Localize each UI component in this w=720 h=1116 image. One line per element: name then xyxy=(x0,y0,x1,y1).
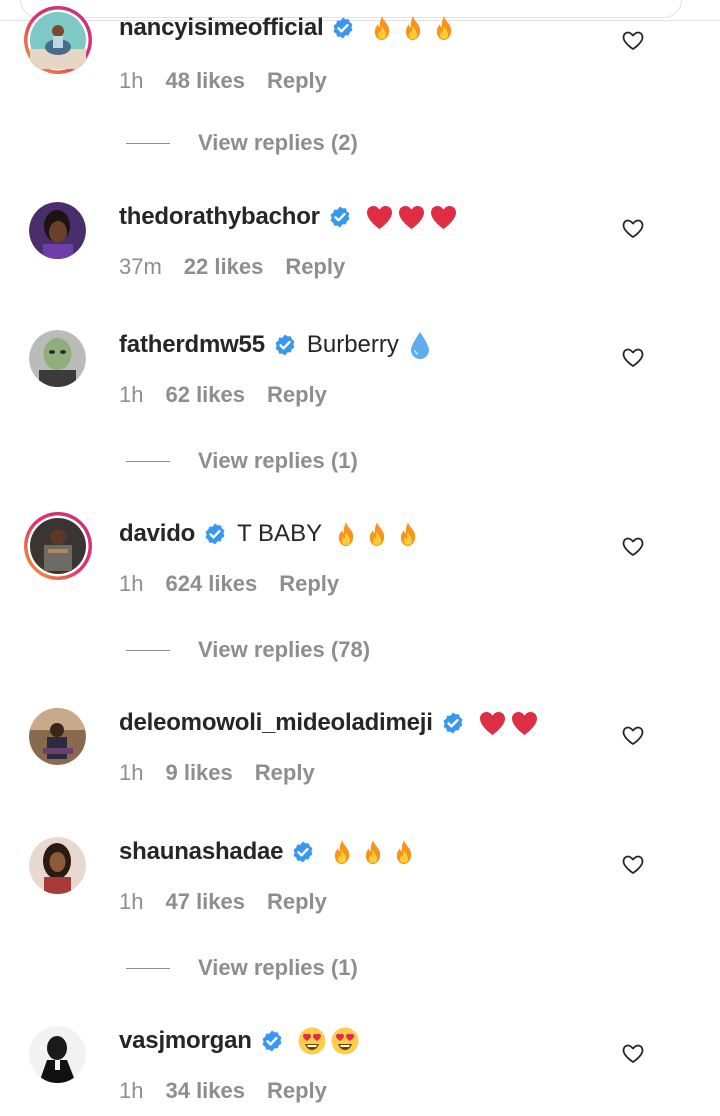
fire-emoji-icon xyxy=(390,838,418,866)
red-heart-emoji-icon xyxy=(478,709,507,737)
username[interactable]: deleomowoli_mideoladimeji xyxy=(119,709,433,737)
heart-eyes-emoji-icon xyxy=(297,1026,327,1056)
view-replies[interactable]: View replies (1) xyxy=(126,446,358,476)
like-heart-icon[interactable] xyxy=(621,345,645,369)
likes-count[interactable]: 62 likes xyxy=(165,382,245,408)
fire-emoji-icon xyxy=(368,14,396,42)
verified-badge-icon xyxy=(441,711,465,735)
replies-divider xyxy=(126,460,170,462)
verified-badge-icon xyxy=(331,16,355,40)
view-replies-label[interactable]: View replies (1) xyxy=(198,448,358,474)
fire-emoji-icon xyxy=(399,14,427,42)
red-heart-emoji-icon xyxy=(510,709,539,737)
like-heart-icon[interactable] xyxy=(621,852,645,876)
username[interactable]: davido xyxy=(119,520,195,548)
avatar[interactable] xyxy=(23,5,93,75)
red-heart-emoji-icon xyxy=(429,203,458,231)
like-heart-icon[interactable] xyxy=(621,216,645,240)
likes-count[interactable]: 624 likes xyxy=(165,571,257,597)
username[interactable]: nancyisimeofficial xyxy=(119,14,324,42)
fire-emoji-icon xyxy=(328,838,356,866)
like-heart-icon[interactable] xyxy=(621,723,645,747)
replies-divider xyxy=(126,967,170,969)
like-heart-icon[interactable] xyxy=(621,28,645,52)
fire-emoji-icon xyxy=(359,838,387,866)
view-replies-label[interactable]: View replies (78) xyxy=(198,637,370,663)
comment-time: 1h xyxy=(119,382,144,407)
reply-button[interactable]: Reply xyxy=(267,382,327,408)
replies-divider xyxy=(126,649,170,651)
view-replies-label[interactable]: View replies (1) xyxy=(198,955,358,981)
avatar[interactable] xyxy=(29,837,86,894)
comment-time: 37m xyxy=(119,254,162,279)
heart-eyes-emoji-icon xyxy=(330,1026,360,1056)
username[interactable]: vasjmorgan xyxy=(119,1027,252,1055)
avatar[interactable] xyxy=(23,511,93,581)
likes-count[interactable]: 48 likes xyxy=(165,68,245,94)
comment-text: Burberry xyxy=(306,331,399,358)
comment-time: 1h xyxy=(119,889,144,914)
reply-button[interactable]: Reply xyxy=(279,571,339,597)
view-replies[interactable]: View replies (78) xyxy=(126,635,370,665)
view-replies[interactable]: View replies (2) xyxy=(126,128,358,158)
like-heart-icon[interactable] xyxy=(621,534,645,558)
reply-button[interactable]: Reply xyxy=(285,254,345,280)
likes-count[interactable]: 34 likes xyxy=(165,1078,245,1104)
username[interactable]: fatherdmw55 xyxy=(119,331,265,359)
reply-button[interactable]: Reply xyxy=(267,68,327,94)
likes-count[interactable]: 22 likes xyxy=(184,254,264,280)
comment-time: 1h xyxy=(119,68,144,93)
likes-count[interactable]: 9 likes xyxy=(165,760,232,786)
reply-button[interactable]: Reply xyxy=(255,760,315,786)
verified-badge-icon xyxy=(273,333,297,357)
red-heart-emoji-icon xyxy=(397,203,426,231)
avatar[interactable] xyxy=(29,708,86,765)
verified-badge-icon xyxy=(203,522,227,546)
fire-emoji-icon xyxy=(332,520,360,548)
comment-time: 1h xyxy=(119,760,144,785)
droplet-emoji-icon xyxy=(409,330,431,360)
like-heart-icon[interactable] xyxy=(621,1041,645,1065)
fire-emoji-icon xyxy=(430,14,458,42)
red-heart-emoji-icon xyxy=(365,203,394,231)
avatar[interactable] xyxy=(29,1026,86,1083)
username[interactable]: shaunashadae xyxy=(119,838,284,866)
verified-badge-icon xyxy=(328,205,352,229)
avatar[interactable] xyxy=(29,202,86,259)
verified-badge-icon xyxy=(260,1029,284,1053)
reply-button[interactable]: Reply xyxy=(267,1078,327,1104)
replies-divider xyxy=(126,142,170,144)
fire-emoji-icon xyxy=(363,520,391,548)
reply-button[interactable]: Reply xyxy=(267,889,327,915)
comment-time: 1h xyxy=(119,571,144,596)
view-replies[interactable]: View replies (1) xyxy=(126,953,358,983)
comment-text: T BABY xyxy=(237,520,323,547)
avatar[interactable] xyxy=(29,330,86,387)
verified-badge-icon xyxy=(291,840,315,864)
likes-count[interactable]: 47 likes xyxy=(165,889,245,915)
comment-time: 1h xyxy=(119,1078,144,1103)
view-replies-label[interactable]: View replies (2) xyxy=(198,130,358,156)
username[interactable]: thedorathybachor xyxy=(119,203,320,231)
fire-emoji-icon xyxy=(394,520,422,548)
